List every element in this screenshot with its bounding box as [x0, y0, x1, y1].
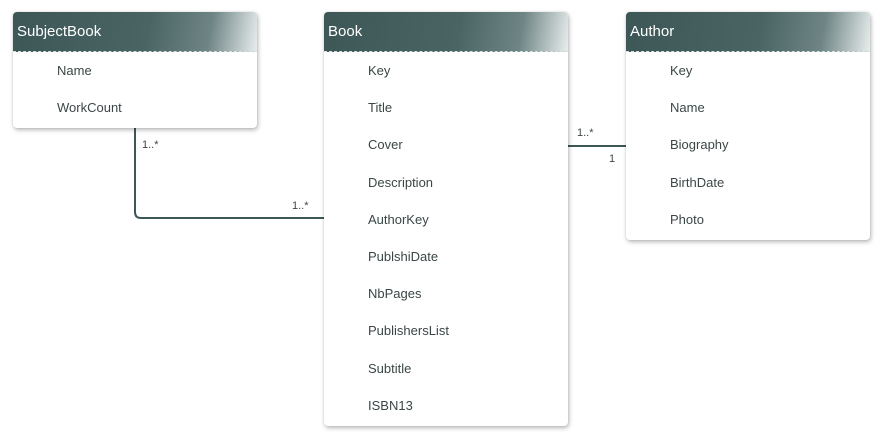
field-name: Name — [670, 100, 705, 116]
field-cover: Cover — [368, 137, 403, 153]
field-workcount: WorkCount — [57, 100, 122, 116]
field-biography: Biography — [670, 137, 729, 153]
entity-title: Book — [324, 12, 568, 52]
field-list: Key Name Biography BirthDate Photo — [626, 52, 870, 238]
entity-book[interactable]: Book Key Title Cover Description AuthorK… — [324, 12, 568, 426]
field-photo: Photo — [670, 211, 704, 227]
entity-title: Author — [626, 12, 870, 52]
entity-subjectbook[interactable]: SubjectBook Name WorkCount — [13, 12, 257, 128]
field-key: Key — [670, 63, 693, 78]
field-key: Key — [368, 63, 391, 78]
field-description: Description — [368, 174, 434, 190]
field-isbn13: ISBN13 — [368, 397, 413, 413]
entity-title: SubjectBook — [13, 12, 257, 52]
field-nbpages: NbPages — [368, 286, 422, 302]
multiplicity-subjectbook-end: 1..* — [142, 139, 159, 151]
field-list: Name WorkCount — [13, 52, 257, 126]
field-subtitle: Subtitle — [368, 360, 412, 376]
field-authorkey: AuthorKey — [368, 211, 429, 227]
field-publisherslist: PublishersList — [368, 323, 449, 339]
field-list: Key Title Cover Description AuthorKey Pu… — [324, 52, 568, 424]
multiplicity-author-end: 1 — [609, 153, 615, 165]
field-title: Title — [368, 100, 393, 116]
field-publishdate: PublshiDate — [368, 248, 439, 264]
multiplicity-book-end-right: 1..* — [577, 127, 594, 139]
field-birthdate: BirthDate — [670, 174, 725, 190]
field-name: Name — [57, 63, 92, 78]
multiplicity-book-end-left: 1..* — [292, 200, 309, 212]
entity-author[interactable]: Author Key Name Biography BirthDate Phot… — [626, 12, 870, 240]
